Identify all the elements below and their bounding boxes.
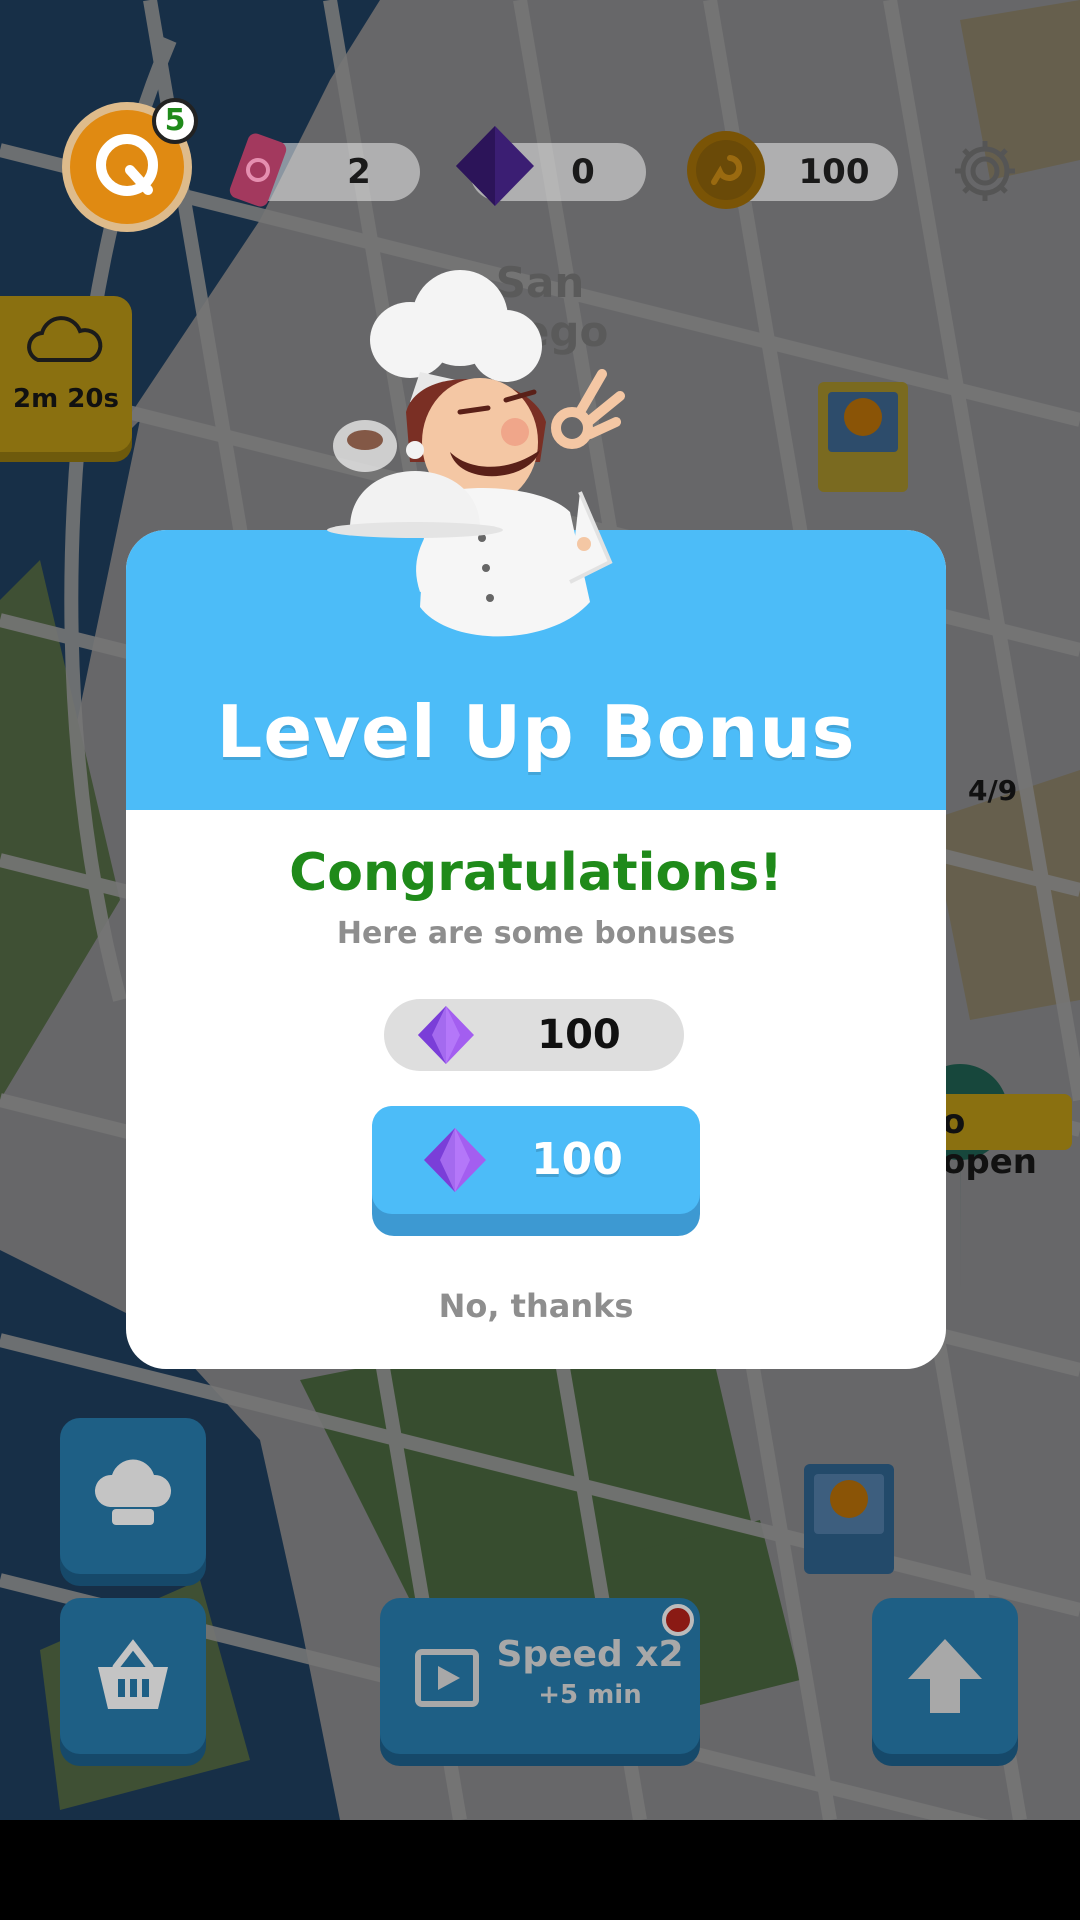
- gem-icon: [418, 1006, 474, 1064]
- claim-bonus-button[interactable]: 100: [372, 1106, 700, 1236]
- claim-button-face: 100: [372, 1106, 700, 1214]
- speed-subtitle: +5 min: [538, 1680, 642, 1710]
- game-screen: 5 2 0 100 San Diego 2m 20s 4/9 o open Sp…: [0, 0, 1080, 1820]
- reward-display: 100: [384, 999, 684, 1071]
- level-badge: 5: [152, 98, 198, 144]
- dialog-title: Level Up Bonus: [216, 690, 856, 774]
- gem-icon: [456, 126, 534, 206]
- claim-value: 100: [531, 1134, 623, 1185]
- delivery-timer-panel[interactable]: 2m 20s: [0, 296, 132, 452]
- no-thanks-link[interactable]: No, thanks: [386, 1287, 686, 1325]
- upgrade-button[interactable]: [872, 1598, 1018, 1754]
- restaurant-marker[interactable]: [804, 1464, 894, 1574]
- open-banner[interactable]: o open: [930, 1094, 1072, 1182]
- open-banner-label: o open: [942, 1102, 1037, 1182]
- ticket-icon: [229, 133, 287, 207]
- chef-hat-icon: [94, 1459, 172, 1525]
- shop-button[interactable]: [60, 1598, 206, 1754]
- gem-icon: [424, 1128, 486, 1192]
- tickets-count: 2: [347, 152, 371, 192]
- gear-icon[interactable]: [950, 136, 1020, 206]
- coin-icon: [687, 131, 765, 209]
- restaurant-logo-icon: [844, 398, 882, 436]
- reward-value: 100: [537, 1012, 621, 1058]
- cloud-icon: [27, 316, 103, 362]
- progress-label: 4/9: [968, 774, 1018, 807]
- chef-menu-button[interactable]: [60, 1418, 206, 1574]
- restaurant-marker[interactable]: [818, 382, 908, 492]
- bonus-subtitle: Here are some bonuses: [336, 916, 736, 951]
- chef-illustration: [327, 270, 625, 637]
- timer-label: 2m 20s: [13, 384, 119, 414]
- system-navigation-bar: [0, 1820, 1080, 1920]
- video-ad-icon: [415, 1649, 479, 1707]
- basket-icon: [98, 1639, 168, 1709]
- restaurant-logo-icon: [830, 1480, 868, 1518]
- notification-dot: [662, 1604, 694, 1636]
- congratulations-heading: Congratulations!: [289, 843, 783, 903]
- speed-title: Speed x2: [496, 1634, 684, 1675]
- speed-boost-button[interactable]: Speed x2 +5 min: [380, 1598, 700, 1754]
- arrow-up-icon: [908, 1639, 982, 1713]
- chef-level-button[interactable]: 5: [62, 98, 198, 232]
